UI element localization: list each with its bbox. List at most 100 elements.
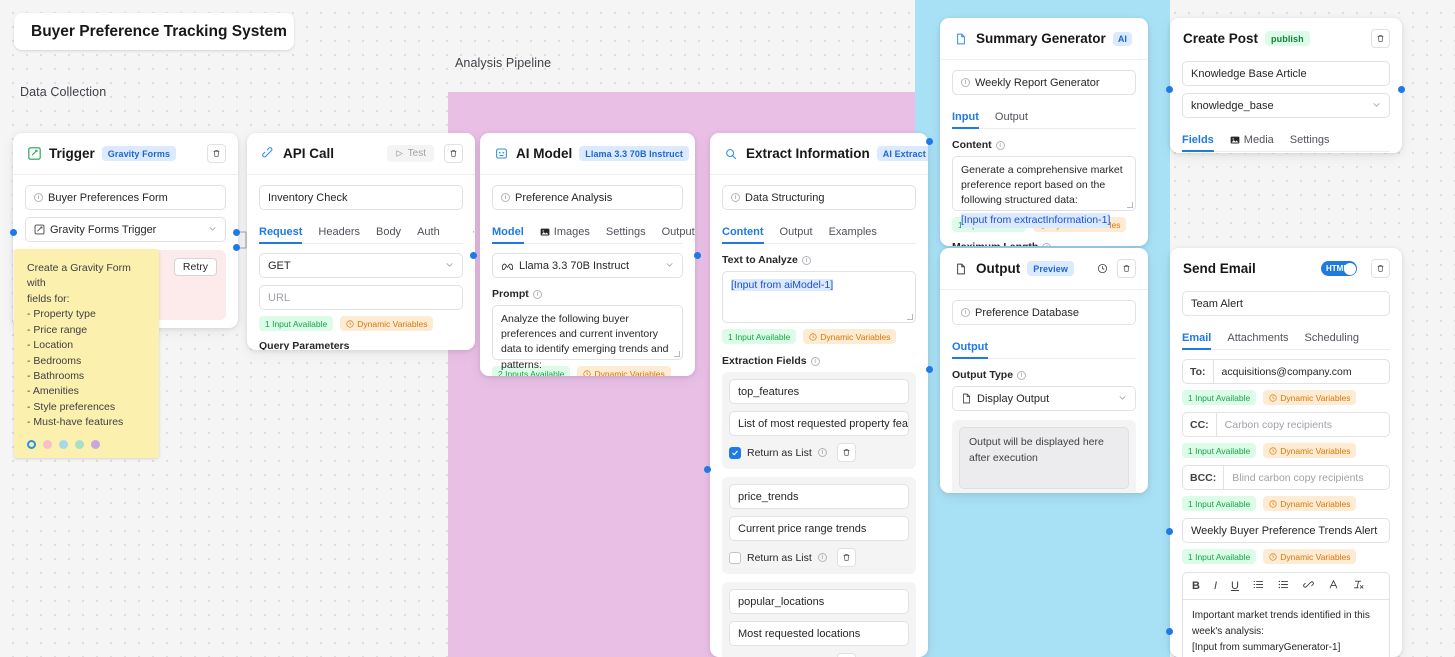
post-type-select[interactable]: knowledge_base [1182, 93, 1390, 118]
extraction-field-key[interactable]: popular_locations [729, 589, 909, 614]
trash-icon[interactable] [836, 548, 856, 567]
tabs-overflow-icon[interactable]: ··· [472, 226, 475, 243]
api-input-port[interactable] [233, 244, 240, 251]
summary-input-port[interactable] [926, 138, 933, 145]
node-extract-information[interactable]: Extract Information AI Extract i Data St… [710, 133, 928, 657]
badge-dynamic-variables[interactable]: Dynamic Variables [1263, 549, 1357, 564]
link-icon[interactable] [1303, 579, 1314, 593]
trigger-type-select[interactable]: Gravity Forms Trigger [25, 217, 226, 242]
summary-content-textarea[interactable]: Generate a comprehensive market preferen… [952, 156, 1136, 228]
node-create-post[interactable]: Create Post publish Knowledge Base Artic… [1170, 18, 1402, 153]
extract-name-field[interactable]: i Data Structuring [722, 185, 916, 210]
send-email-port-lower[interactable] [1166, 628, 1173, 635]
tab-input[interactable]: Input [952, 111, 979, 129]
node-send-email[interactable]: Send Email HTML Team Alert Email Attachm… [1170, 248, 1402, 657]
api-method-select[interactable]: GET [259, 253, 463, 278]
tab-images[interactable]: Images [540, 226, 590, 243]
bullet-list-icon[interactable] [1278, 579, 1289, 593]
prompt-textarea[interactable]: Analyze the following buyer preferences … [492, 305, 683, 371]
sticky-note[interactable]: Create a Gravity Form with fields for: -… [14, 249, 159, 458]
extraction-field-description[interactable]: Most requested locations [729, 621, 909, 646]
underline-icon[interactable]: U [1231, 580, 1239, 592]
ordered-list-icon[interactable] [1253, 579, 1264, 593]
sticky-color-pink[interactable] [43, 439, 52, 449]
send-email-name-field[interactable]: Team Alert [1182, 291, 1390, 316]
bold-icon[interactable]: B [1192, 580, 1200, 592]
email-bcc-input[interactable]: Blind carbon copy recipients [1223, 465, 1390, 490]
extract-port-left[interactable] [704, 466, 711, 473]
output-name-field[interactable]: i Preference Database [952, 300, 1136, 325]
node-output[interactable]: Output Preview i Preference Database Out… [940, 248, 1148, 493]
tab-media[interactable]: Media [1230, 134, 1274, 151]
trash-icon[interactable] [207, 144, 226, 163]
return-as-list-checkbox[interactable] [729, 551, 741, 564]
badge-dynamic-variables[interactable]: Dynamic Variables [1263, 496, 1357, 511]
tab-output[interactable]: Output [662, 226, 695, 243]
resize-handle-icon[interactable] [1127, 202, 1133, 208]
badge-dynamic-variables[interactable]: Dynamic Variables [803, 329, 897, 344]
badge-dynamic-variables[interactable]: Dynamic Variables [577, 366, 671, 376]
tab-settings[interactable]: Settings [1290, 134, 1330, 151]
gear-icon[interactable] [1146, 31, 1148, 47]
api-tabs[interactable]: Request Headers Body Auth R ··· [259, 220, 475, 244]
trash-icon[interactable] [1371, 29, 1390, 48]
sticky-color-green[interactable] [75, 439, 84, 449]
trash-icon[interactable] [444, 144, 463, 163]
email-to-input[interactable]: acquisitions@company.com [1212, 359, 1390, 384]
node-ai-model[interactable]: AI Model Llama 3.3 70B Instruct i Prefer… [480, 133, 695, 376]
sticky-color-yellow[interactable] [27, 439, 36, 449]
retry-button[interactable]: Retry [173, 258, 217, 276]
sticky-color-picker[interactable] [27, 439, 146, 449]
email-cc-input[interactable]: Carbon copy recipients [1215, 412, 1390, 437]
trigger-output-port[interactable] [233, 229, 240, 236]
test-button[interactable]: Test [386, 145, 434, 162]
output-tabs[interactable]: Output [952, 335, 1136, 359]
history-icon[interactable] [1094, 261, 1110, 277]
text-to-analyze-textarea[interactable]: [Input from aiModel-1] [722, 271, 916, 323]
email-subject-input[interactable]: Weekly Buyer Preference Trends Alert [1182, 518, 1390, 543]
output-input-port[interactable] [926, 366, 933, 373]
tab-settings[interactable]: Settings [606, 226, 646, 243]
tab-model[interactable]: Model [492, 226, 524, 244]
ai-model-tabs[interactable]: Model Images Settings Output [492, 220, 695, 244]
create-post-tabs[interactable]: Fields Media Settings [1182, 128, 1390, 152]
trigger-name-field[interactable]: i Buyer Preferences Form [25, 185, 226, 210]
resize-handle-icon[interactable] [907, 314, 913, 320]
trash-icon[interactable] [836, 443, 856, 462]
extraction-field-description[interactable]: List of most requested property features [729, 411, 909, 436]
tab-request[interactable]: Request [259, 226, 303, 244]
tab-scheduling[interactable]: Scheduling [1305, 332, 1359, 349]
italic-icon[interactable]: I [1214, 580, 1217, 592]
summary-name-field[interactable]: i Weekly Report Generator [952, 70, 1136, 95]
tab-output[interactable]: Output [780, 226, 813, 243]
return-as-list-checkbox[interactable] [729, 446, 741, 459]
tab-body[interactable]: Body [376, 226, 401, 243]
html-toggle[interactable]: HTML [1321, 261, 1357, 276]
create-post-output-port[interactable] [1398, 86, 1405, 93]
create-post-name-field[interactable]: Knowledge Base Article [1182, 61, 1390, 86]
rich-text-toolbar[interactable]: B I U [1182, 572, 1390, 599]
tab-auth[interactable]: Auth [417, 226, 440, 243]
ai-model-select[interactable]: Llama 3.3 70B Instruct [492, 253, 683, 278]
tab-output[interactable]: Output [995, 111, 1028, 128]
sticky-color-purple[interactable] [91, 439, 100, 449]
extract-tabs[interactable]: Content Output Examples [722, 220, 916, 244]
extraction-field-key[interactable]: price_trends [729, 484, 909, 509]
tab-email[interactable]: Email [1182, 332, 1212, 350]
api-output-port[interactable] [470, 252, 477, 259]
tab-content[interactable]: Content [722, 226, 764, 244]
trigger-input-port[interactable] [10, 229, 17, 236]
sticky-color-blue[interactable] [59, 439, 68, 449]
api-name-field[interactable]: Inventory Check [259, 185, 463, 210]
resize-handle-icon[interactable] [674, 351, 680, 357]
extraction-field-description[interactable]: Current price range trends [729, 516, 909, 541]
tab-headers[interactable]: Headers [318, 226, 360, 243]
create-post-input-port[interactable] [1166, 86, 1173, 93]
trash-icon[interactable] [1117, 259, 1136, 278]
email-body-editor[interactable]: Important market trends identified in th… [1182, 599, 1390, 657]
trash-icon[interactable] [1371, 259, 1390, 278]
send-email-input-port[interactable] [1166, 528, 1173, 535]
output-type-select[interactable]: Display Output [952, 386, 1136, 411]
trash-icon[interactable] [836, 653, 856, 657]
api-url-input[interactable]: URL [259, 285, 463, 310]
